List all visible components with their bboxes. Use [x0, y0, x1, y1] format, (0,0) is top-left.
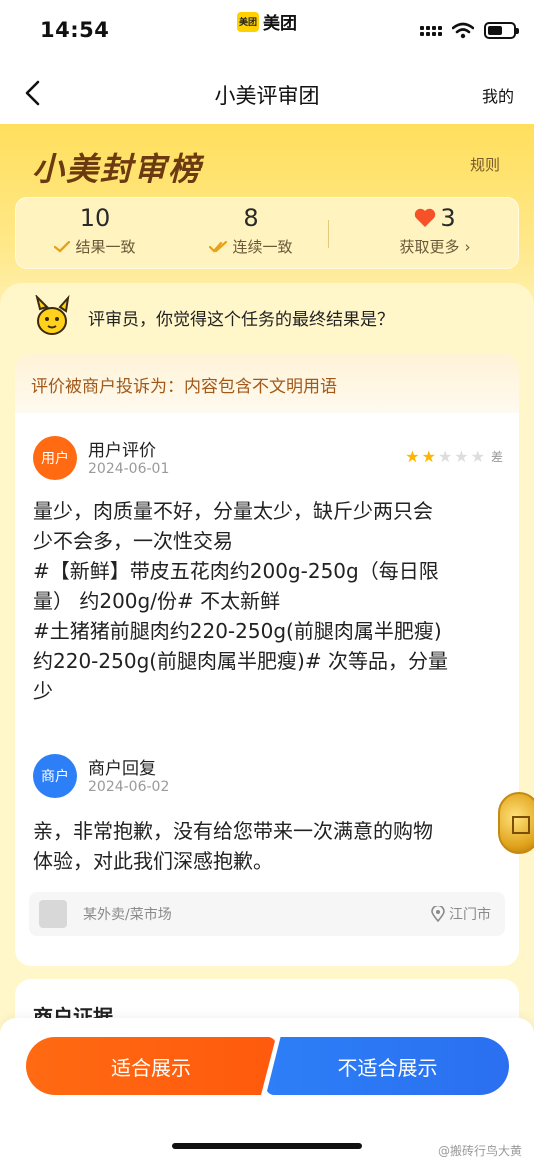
- rating-label: 差: [490, 450, 503, 464]
- status-time: 14:54: [40, 18, 110, 42]
- shop-location: 江门市: [449, 907, 491, 923]
- watermark: @搬砖行鸟大黄: [437, 1144, 522, 1158]
- stat-get-more[interactable]: 3 获取更多 ›: [360, 204, 510, 257]
- star-icon: ★: [454, 446, 469, 466]
- stat-value: 3: [440, 204, 456, 232]
- user-review-text: 量少，肉质量不好，分量太少，缺斤少两只会 少不会多，一次性交易 #【新鲜】带皮五…: [33, 499, 448, 703]
- meituan-logo-icon: 美团: [237, 11, 259, 32]
- chevron-right-icon: ›: [464, 237, 471, 256]
- star-rating: ★ ★ ★ ★ ★ 差: [405, 448, 503, 465]
- user-review-date: 2024-06-01: [88, 461, 170, 477]
- user-avatar: 用户: [33, 436, 77, 480]
- star-icon: ★: [405, 446, 420, 466]
- stat-value: 8: [243, 204, 259, 232]
- stat-label: 结果一致: [75, 238, 136, 256]
- mascot-kangaroo-icon: [35, 295, 70, 335]
- suitable-button[interactable]: 适合展示: [26, 1037, 276, 1095]
- star-icon: ★: [421, 446, 436, 466]
- complaint-reason: 评价被商户投诉为：内容包含不文明用语: [15, 354, 519, 413]
- unsuitable-button[interactable]: 不适合展示: [266, 1037, 509, 1095]
- heart-icon: [415, 208, 436, 227]
- star-icon: ★: [437, 446, 453, 466]
- prompt-text: 评审员，你觉得这个任务的最终结果是？: [88, 309, 394, 330]
- mine-link[interactable]: 我的: [482, 83, 514, 107]
- stat-label: 连续一致: [232, 238, 293, 256]
- wifi-icon: [452, 22, 474, 39]
- stat-consecutive: 8 连续一致: [176, 204, 326, 257]
- location-pin-icon: [431, 906, 445, 922]
- get-more-link[interactable]: 获取更多: [399, 236, 459, 257]
- status-bar: 14:54 美团 美团: [0, 0, 534, 62]
- star-icon: ★: [470, 446, 485, 466]
- shop-name: 某外卖/菜市场: [83, 907, 172, 923]
- app-indicator: 美团 美团: [237, 9, 297, 34]
- app-name: 美团: [263, 14, 297, 34]
- page: 14:54 美团 美团 小美评审团 我的 小美封审榜 规则 10 结果一致 8 …: [0, 0, 534, 1160]
- stat-consistent-results: 10 结果一致: [20, 204, 170, 257]
- coin-reward-icon[interactable]: [498, 792, 534, 854]
- merchant-reply-date: 2024-06-02: [88, 779, 170, 795]
- cellular-signal-icon: [420, 25, 442, 36]
- question-prompt: 评审员，你觉得这个任务的最终结果是？: [30, 295, 394, 339]
- user-review-title: 用户评价: [88, 441, 156, 461]
- stats-panel: 10 结果一致 8 连续一致 3 获取更多 ›: [15, 197, 519, 269]
- merchant-reply-text: 亲，非常抱歉，没有给您带来一次满意的购物 体验，对此我们深感抱歉。: [33, 819, 433, 873]
- shop-info[interactable]: 某外卖/菜市场 江门市: [29, 892, 505, 936]
- stat-value: 10: [79, 204, 111, 232]
- rules-link[interactable]: 规则: [470, 154, 500, 175]
- home-indicator: [172, 1143, 362, 1149]
- shop-thumbnail-icon: [39, 900, 67, 928]
- battery-icon: [484, 22, 519, 39]
- check-icon: [54, 240, 71, 253]
- double-check-icon: [209, 240, 228, 253]
- system-icons: [420, 22, 519, 39]
- merchant-reply-title: 商户回复: [88, 759, 156, 779]
- merchant-avatar: 商户: [33, 754, 77, 798]
- review-card: 评价被商户投诉为：内容包含不文明用语 用户 用户评价 2024-06-01 ★ …: [15, 354, 519, 966]
- nav-bar: 小美评审团 我的: [0, 62, 534, 124]
- page-title: 小美评审团: [214, 84, 320, 108]
- action-bar: 适合展示 不适合展示 @搬砖行鸟大黄: [0, 1018, 534, 1160]
- stats-divider: [328, 220, 329, 248]
- board-title: 小美封审榜: [32, 150, 203, 188]
